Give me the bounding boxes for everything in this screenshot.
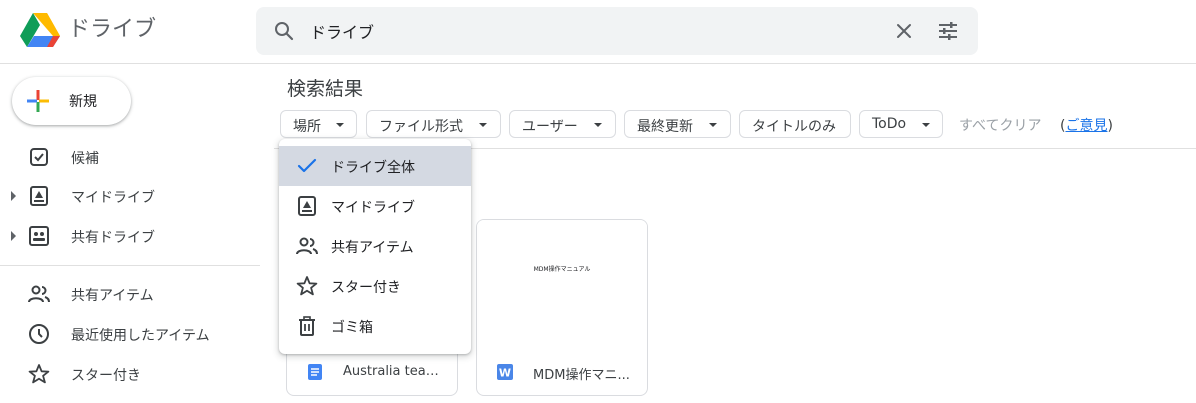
my-drive-icon: [30, 186, 48, 206]
sidebar-item-label: 共有アイテム: [71, 288, 154, 304]
sidebar-item-shared-with-me[interactable]: 共有アイテム: [0, 274, 260, 314]
star-icon: [28, 364, 50, 384]
sidebar-divider: [0, 265, 260, 266]
sidebar-item-label: スター付き: [71, 368, 141, 384]
check-icon: [297, 158, 317, 173]
sidebar-item-recent[interactable]: 最近使用したアイテム: [0, 314, 260, 354]
menu-item-starred[interactable]: スター付き: [279, 266, 471, 306]
menu-item-label: マイドライブ: [331, 200, 415, 216]
filter-chip-file-type[interactable]: ファイル形式: [366, 110, 501, 138]
plus-icon: [27, 90, 49, 112]
page-title: 検索結果: [287, 78, 364, 100]
location-menu: ドライブ全体 マイドライブ 共有アイテム スター付き ゴミ箱: [279, 139, 471, 354]
file-thumbnail: MDM操作マニュアル: [477, 220, 647, 346]
google-drive-logo[interactable]: [20, 12, 60, 48]
check-box-icon: [30, 148, 48, 166]
filter-chip-label: ユーザー: [522, 119, 578, 135]
file-name: MDM操作マニ...: [533, 368, 630, 383]
top-bar: ドライブ: [0, 0, 1196, 64]
search-input[interactable]: [310, 17, 870, 45]
sidebar-item-label: 最近使用したアイテム: [71, 328, 210, 344]
menu-item-label: ゴミ箱: [331, 320, 373, 336]
filter-chip-label: タイトルのみ: [752, 119, 836, 135]
new-button[interactable]: 新規: [12, 77, 131, 125]
sidebar-item-starred[interactable]: スター付き: [0, 354, 260, 394]
shared-drive-icon: [29, 226, 49, 246]
tune-icon[interactable]: [936, 19, 960, 43]
sidebar-item-label: 共有ドライブ: [71, 230, 155, 246]
menu-item-my-drive[interactable]: マイドライブ: [279, 186, 471, 226]
filter-chip-label: ファイル形式: [379, 119, 463, 135]
people-icon: [296, 237, 318, 255]
feedback-close-paren: ): [1107, 118, 1113, 134]
search-bar: [256, 7, 978, 55]
filter-chip-location[interactable]: 場所: [280, 110, 357, 138]
file-card-footer: Australia team ...: [287, 350, 457, 395]
expand-caret-icon[interactable]: [11, 231, 16, 241]
filter-chip-label: ToDo: [872, 116, 907, 132]
menu-item-shared[interactable]: 共有アイテム: [279, 226, 471, 266]
filter-chip-label: 最終更新: [637, 119, 693, 135]
menu-item-label: ドライブ全体: [331, 160, 415, 176]
sidebar-item-my-drive[interactable]: マイドライブ: [0, 176, 260, 216]
filter-chip-last-modified[interactable]: 最終更新: [624, 110, 731, 138]
sidebar-item-label: マイドライブ: [71, 190, 155, 206]
filter-chip-todo[interactable]: ToDo: [859, 110, 943, 138]
google-docs-icon: [308, 364, 322, 380]
new-button-label: 新規: [69, 94, 97, 110]
file-thumbnail-text: MDM操作マニュアル: [533, 266, 591, 273]
menu-item-all-drive[interactable]: ドライブ全体: [279, 146, 471, 186]
dropdown-arrow-icon: [594, 123, 602, 127]
menu-item-trash[interactable]: ゴミ箱: [279, 306, 471, 346]
filter-chip-title-only[interactable]: タイトルのみ: [739, 110, 851, 138]
word-file-icon: W: [497, 364, 513, 380]
sidebar-item-label: 候補: [71, 151, 99, 167]
menu-item-label: スター付き: [331, 280, 401, 296]
search-icon[interactable]: [272, 19, 296, 43]
trash-icon: [299, 316, 315, 336]
clock-icon: [29, 324, 49, 344]
file-card[interactable]: MDM操作マニュアル W MDM操作マニ...: [476, 219, 648, 396]
dropdown-arrow-icon: [479, 123, 487, 127]
sidebar-item-shared-drives[interactable]: 共有ドライブ: [0, 216, 260, 256]
dropdown-arrow-icon: [709, 123, 717, 127]
close-icon[interactable]: [892, 19, 916, 43]
filter-chip-user[interactable]: ユーザー: [509, 110, 616, 138]
app-title: ドライブ: [68, 17, 157, 42]
sidebar-item-suggested[interactable]: 候補: [0, 137, 260, 177]
my-drive-icon: [298, 196, 316, 216]
svg-text:W: W: [499, 367, 511, 380]
dropdown-arrow-icon: [336, 123, 344, 127]
clear-all-button[interactable]: すべてクリア: [959, 115, 1041, 135]
expand-caret-icon[interactable]: [11, 191, 16, 201]
star-icon: [296, 276, 318, 296]
feedback: (ご意見): [1060, 115, 1113, 135]
feedback-link[interactable]: ご意見: [1065, 118, 1107, 134]
filter-chip-label: 場所: [293, 119, 321, 135]
file-card-footer: W MDM操作マニ...: [477, 350, 647, 395]
dropdown-arrow-icon: [922, 123, 930, 127]
menu-item-label: 共有アイテム: [331, 240, 414, 256]
people-icon: [28, 285, 50, 303]
file-name: Australia team ...: [343, 364, 447, 379]
